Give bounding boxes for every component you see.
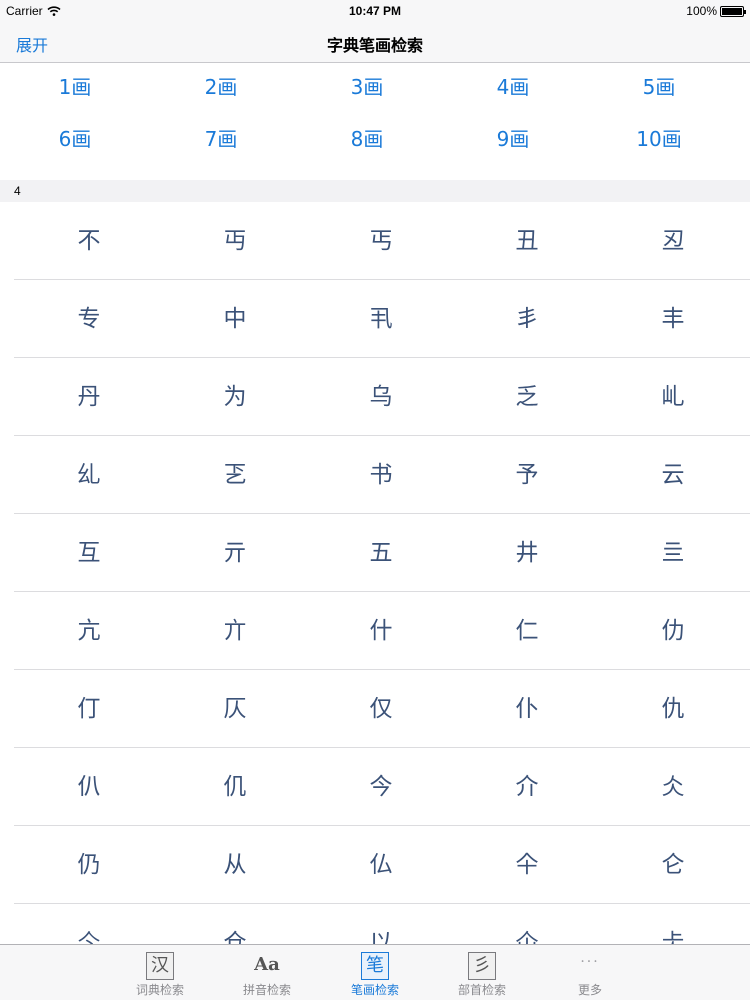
radical-icon: 彡: [468, 952, 496, 980]
character-cell[interactable]: 井: [454, 514, 600, 592]
stroke-count-option[interactable]: 8画: [294, 119, 440, 159]
character-cell[interactable]: 仍: [16, 826, 162, 904]
stroke-count-option[interactable]: 5画: [586, 67, 732, 107]
character-cell[interactable]: 专: [16, 280, 162, 358]
character-list: 不丏丐丑丒专中丮丯丰丹为乌乏乢乣乤书予云互亓五井亖亢亣什仁仂仃仄仅仆仇仈仉今介仌…: [0, 202, 750, 944]
character-cell[interactable]: 丑: [454, 202, 600, 280]
character-cell[interactable]: 仁: [454, 592, 600, 670]
character-row: 丹为乌乏乢: [0, 358, 750, 436]
character-cell[interactable]: 仂: [600, 592, 746, 670]
character-cell[interactable]: 仐: [454, 826, 600, 904]
character-cell[interactable]: 今: [308, 748, 454, 826]
character-cell[interactable]: 以: [308, 904, 454, 944]
character-cell[interactable]: 乢: [600, 358, 746, 436]
character-cell[interactable]: 丰: [600, 280, 746, 358]
stroke-count-option[interactable]: 7画: [148, 119, 294, 159]
character-cell[interactable]: 丐: [308, 202, 454, 280]
character-cell[interactable]: 仇: [600, 670, 746, 748]
character-cell[interactable]: 乌: [308, 358, 454, 436]
character-cell[interactable]: 仅: [308, 670, 454, 748]
character-cell[interactable]: 互: [16, 514, 162, 592]
battery-icon: [720, 5, 746, 17]
character-cell[interactable]: 五: [308, 514, 454, 592]
character-cell[interactable]: 仃: [16, 670, 162, 748]
tab-bar: 汉词典检索 Aa 拼音检索笔笔画检索彡部首检索 ··· 更多: [0, 944, 750, 1000]
character-cell[interactable]: 仉: [162, 748, 308, 826]
character-cell[interactable]: 仒: [16, 904, 162, 944]
tab-pinyin-search[interactable]: Aa 拼音检索: [222, 945, 312, 1000]
character-row: 专中丮丯丰: [0, 280, 750, 358]
character-cell[interactable]: 仚: [454, 904, 600, 944]
stroke-count-option[interactable]: 9画: [440, 119, 586, 159]
tab-label: 更多: [577, 983, 602, 997]
section-header: 4: [0, 180, 750, 202]
character-cell[interactable]: 丯: [454, 280, 600, 358]
stroke-count-option[interactable]: 1画: [2, 67, 148, 107]
more-dots-icon: ···: [580, 954, 600, 970]
stroke-count-option[interactable]: 10画: [586, 119, 732, 159]
stroke-count-selector: 1画 2画 3画 4画 5画 6画 7画 8画 9画 10画: [0, 63, 750, 180]
tab-stroke-search[interactable]: 笔笔画检索: [330, 945, 420, 1000]
character-cell[interactable]: 为: [162, 358, 308, 436]
character-cell[interactable]: 书: [308, 436, 454, 514]
tab-label: 笔画检索: [350, 983, 399, 997]
character-row: 亢亣什仁仂: [0, 592, 750, 670]
tab-label: 词典检索: [135, 983, 184, 997]
character-cell[interactable]: 什: [308, 592, 454, 670]
character-cell[interactable]: 乏: [454, 358, 600, 436]
stroke-count-option[interactable]: 2画: [148, 67, 294, 107]
character-cell[interactable]: 予: [454, 436, 600, 514]
tab-label: 部首检索: [457, 983, 506, 997]
app-window: Carrier 10:47 PM 100% 展开 字典笔画检索 1画 2画 3画 4画…: [0, 0, 750, 1000]
letters-aa-icon: Aa: [254, 954, 280, 975]
stroke-character-icon: 笔: [361, 952, 389, 980]
character-cell[interactable]: 仓: [162, 904, 308, 944]
character-row: 仍从仏仐仑: [0, 826, 750, 904]
character-cell[interactable]: 丮: [308, 280, 454, 358]
stroke-count-option[interactable]: 3画: [294, 67, 440, 107]
character-cell[interactable]: 仌: [600, 748, 746, 826]
character-cell[interactable]: 亖: [600, 514, 746, 592]
character-cell[interactable]: 中: [162, 280, 308, 358]
character-cell[interactable]: 乣: [16, 436, 162, 514]
character-cell[interactable]: 亢: [16, 592, 162, 670]
character-row: 不丏丐丑丒: [0, 202, 750, 280]
character-cell[interactable]: 仄: [162, 670, 308, 748]
character-cell[interactable]: 乤: [162, 436, 308, 514]
character-cell[interactable]: 从: [162, 826, 308, 904]
stroke-count-option[interactable]: 6画: [2, 119, 148, 159]
tab-dictionary-search[interactable]: 汉词典检索: [115, 945, 205, 1000]
character-row: 仃仄仅仆仇: [0, 670, 750, 748]
han-character-icon: 汉: [146, 952, 174, 980]
character-row: 互亓五井亖: [0, 514, 750, 592]
character-cell[interactable]: 仈: [16, 748, 162, 826]
tab-radical-search[interactable]: 彡部首检索: [437, 945, 527, 1000]
tab-label: 拼音检索: [242, 983, 291, 997]
character-cell[interactable]: 亓: [162, 514, 308, 592]
navigation-bar: 展开 字典笔画检索: [0, 22, 750, 63]
character-cell[interactable]: 云: [600, 436, 746, 514]
character-row: 乣乤书予云: [0, 436, 750, 514]
character-cell[interactable]: 丏: [162, 202, 308, 280]
character-cell[interactable]: 亣: [162, 592, 308, 670]
character-cell[interactable]: 仆: [454, 670, 600, 748]
character-cell[interactable]: 仧: [600, 904, 746, 944]
tab-more[interactable]: ··· 更多: [545, 945, 635, 1000]
character-row: 仈仉今介仌: [0, 748, 750, 826]
character-cell[interactable]: 丒: [600, 202, 746, 280]
battery-percent: 100%: [686, 4, 717, 18]
character-cell[interactable]: 仏: [308, 826, 454, 904]
character-row: 仒仓以仚仧: [0, 904, 750, 944]
character-cell[interactable]: 仑: [600, 826, 746, 904]
page-title: 字典笔画检索: [326, 36, 423, 55]
character-cell[interactable]: 不: [16, 202, 162, 280]
stroke-count-option[interactable]: 4画: [440, 67, 586, 107]
character-cell[interactable]: 介: [454, 748, 600, 826]
character-cell[interactable]: 丹: [16, 358, 162, 436]
status-right: 100%: [686, 4, 746, 18]
status-bar: Carrier 10:47 PM 100%: [0, 0, 750, 22]
status-time: 10:47 PM: [348, 4, 402, 18]
